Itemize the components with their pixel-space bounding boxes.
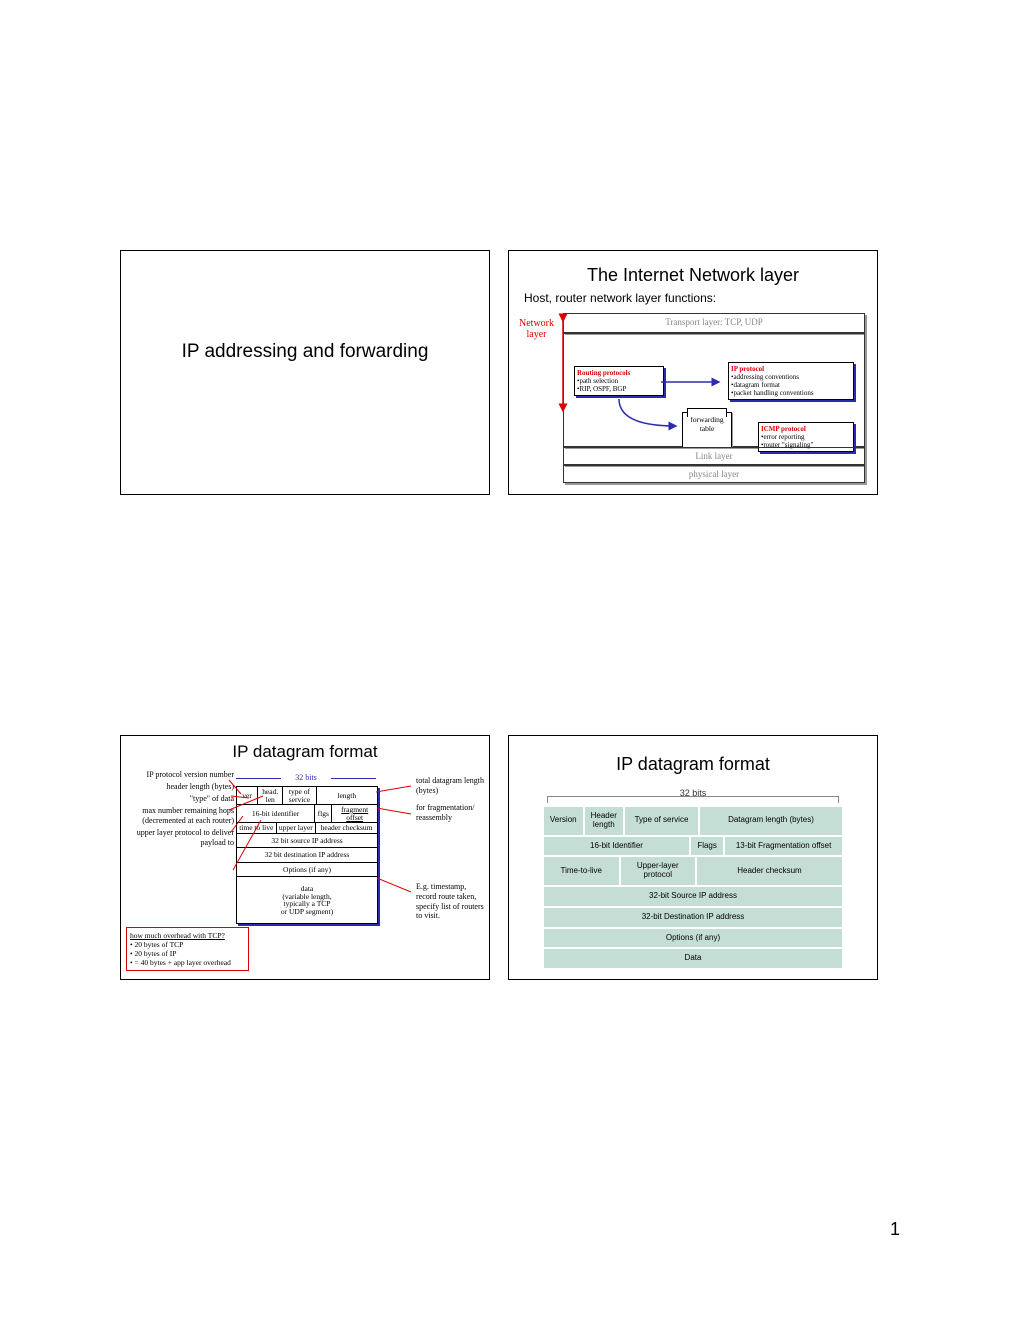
ip-protocol-box: IP protocol •addressing conventions •dat…	[728, 362, 854, 400]
width-bracket	[547, 796, 839, 803]
routing-protocols-box: Routing protocols •path selection •RIP, …	[574, 366, 664, 396]
link-layer-box: Link layer	[563, 447, 865, 465]
overhead-box: how much overhead with TCP? • 20 bytes o…	[126, 927, 249, 971]
slide-3: IP datagram format 32 bits IP protocol v…	[120, 735, 490, 980]
layer-diagram: Transport layer: TCP, UDP Routing protoc…	[563, 313, 865, 476]
physical-layer-box: physical layer	[563, 465, 865, 483]
slide-1: IP addressing and forwarding	[120, 250, 490, 495]
slide-subtitle: Host, router network layer functions:	[524, 291, 716, 305]
slide-4: IP datagram format 32 bits Version Heade…	[508, 735, 878, 980]
slide-title: IP addressing and forwarding	[121, 341, 489, 363]
slide-title: IP datagram format	[121, 742, 489, 762]
forwarding-table-box: forwarding table	[682, 412, 732, 448]
network-layer-box: Routing protocols •path selection •RIP, …	[563, 333, 865, 447]
slide-2: The Internet Network layer Host, router …	[508, 250, 878, 495]
vertical-arrow	[557, 313, 569, 483]
datagram-table: Version Header length Type of service Da…	[543, 806, 843, 969]
page-number: 1	[890, 1219, 900, 1240]
slide-title: The Internet Network layer	[509, 265, 877, 286]
network-layer-label: Network layer	[519, 318, 554, 340]
slide-title: IP datagram format	[509, 754, 877, 775]
transport-layer-box: Transport layer: TCP, UDP	[563, 313, 865, 333]
